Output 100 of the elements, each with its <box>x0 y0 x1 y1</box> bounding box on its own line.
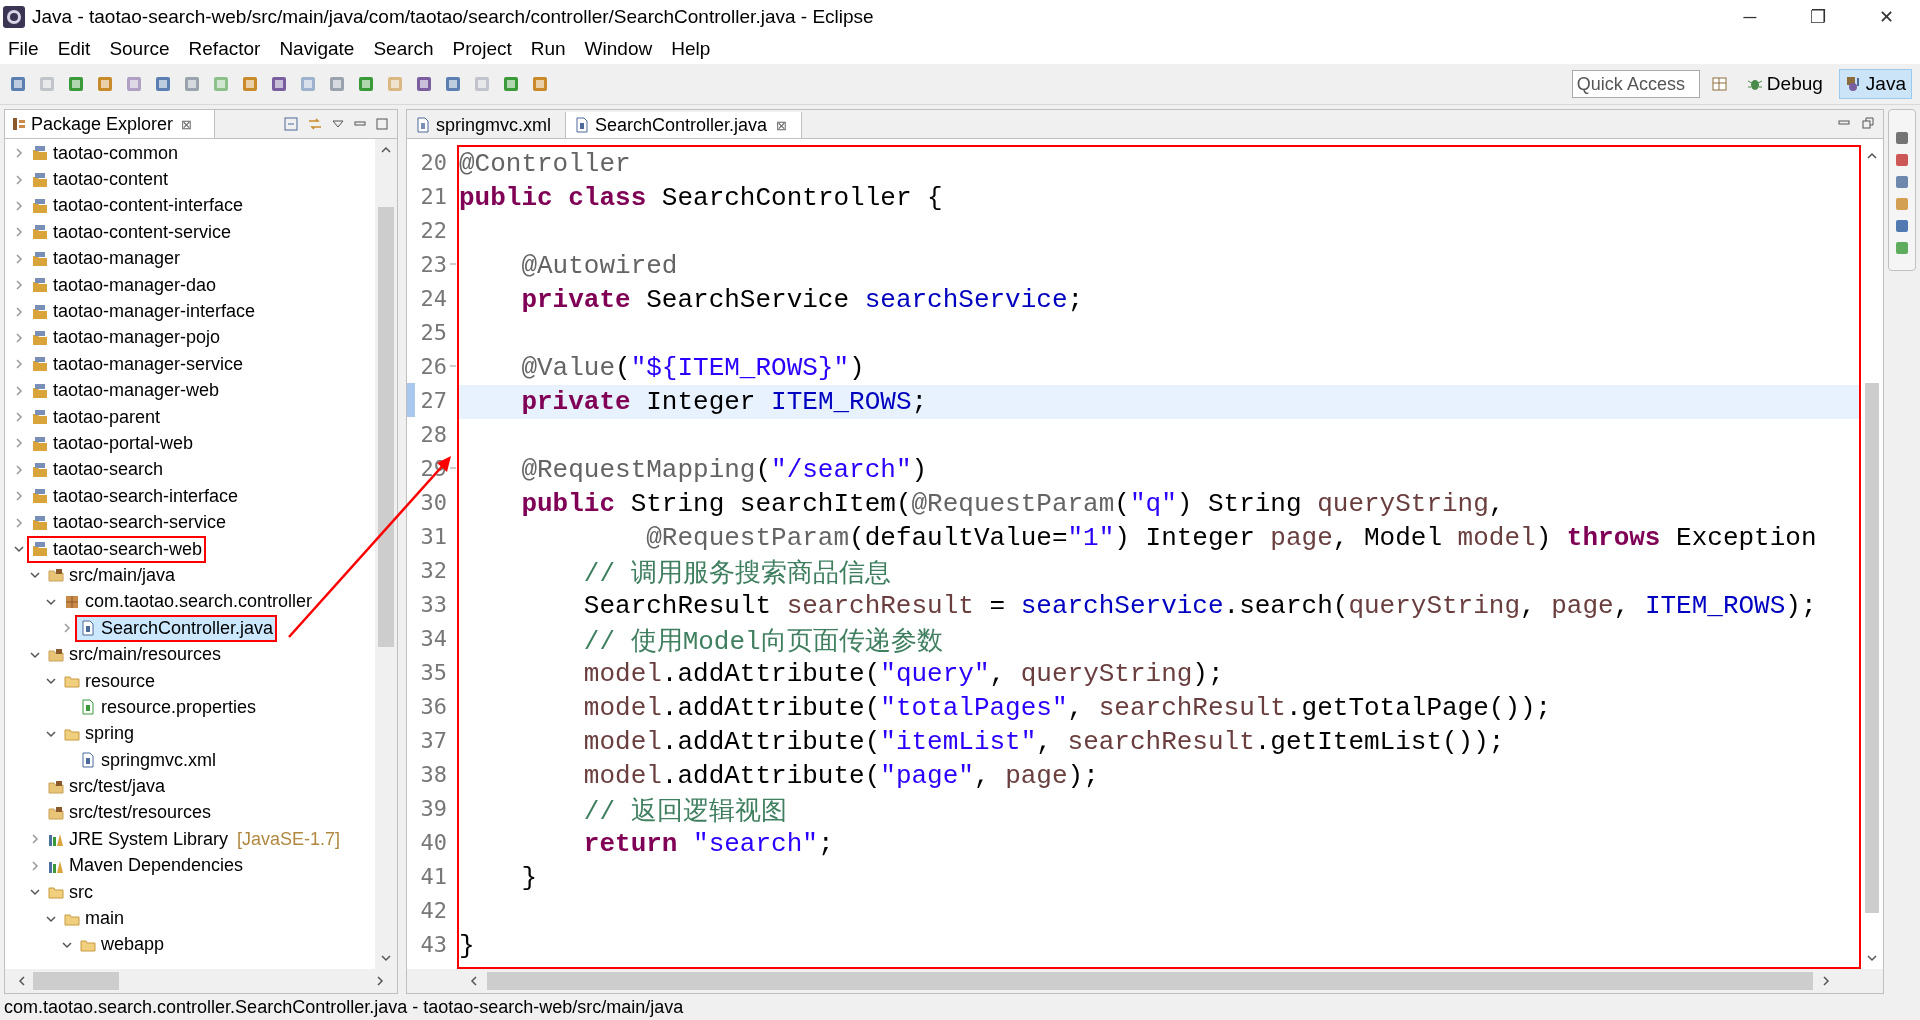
tree-item[interactable]: SearchController.java <box>75 614 278 642</box>
tree-item[interactable]: taotao-manager-pojo <box>27 324 225 352</box>
toolbar-icon[interactable] <box>269 74 289 94</box>
collapsed-chevron-icon[interactable] <box>13 490 25 503</box>
menu-item[interactable]: Project <box>452 38 512 60</box>
scrollbar[interactable] <box>407 969 1883 993</box>
collapsed-chevron-icon[interactable] <box>29 833 41 846</box>
link-icon[interactable] <box>307 116 323 132</box>
tree-item[interactable]: taotao-search-interface <box>27 482 243 510</box>
tree-item[interactable]: taotao-manager-web <box>27 377 224 405</box>
collapsed-chevron-icon[interactable] <box>13 358 25 371</box>
toolbar-icon[interactable] <box>66 74 86 94</box>
toolbar-icon[interactable] <box>153 74 173 94</box>
side-view-icon[interactable] <box>1894 196 1910 212</box>
menu-item[interactable]: File <box>8 38 39 60</box>
menu-item[interactable]: Run <box>530 38 566 60</box>
side-view-icon[interactable] <box>1894 130 1910 146</box>
tree-item[interactable]: taotao-manager <box>27 245 185 273</box>
menu-item[interactable]: Window <box>584 38 653 60</box>
collapsed-chevron-icon[interactable] <box>13 279 25 292</box>
toolbar-icon[interactable] <box>124 74 144 94</box>
collapsed-chevron-icon[interactable] <box>13 516 25 529</box>
tree-item[interactable]: taotao-common <box>27 139 183 167</box>
open-perspective-icon[interactable] <box>1709 74 1730 94</box>
fold-icon[interactable] <box>449 464 457 472</box>
menu-item[interactable]: Edit <box>57 38 91 60</box>
tree-item[interactable]: src/test/java <box>43 773 170 801</box>
tree-item[interactable]: taotao-manager-service <box>27 350 248 378</box>
package-explorer-tab[interactable]: Package Explorer ⊠ <box>5 110 216 138</box>
tree-item[interactable]: resource.properties <box>75 693 261 721</box>
toolbar-icon[interactable] <box>443 74 463 94</box>
tree-item[interactable]: webapp <box>75 931 169 959</box>
collapsed-chevron-icon[interactable] <box>13 173 25 186</box>
tree-item[interactable]: src <box>43 878 97 906</box>
tree-item[interactable]: com.taotao.search.controller <box>59 588 317 616</box>
tree-item[interactable]: taotao-content <box>27 166 173 194</box>
quick-access-field[interactable]: Quick Access <box>1571 70 1700 98</box>
window-control-button[interactable]: ✕ <box>1852 0 1920 34</box>
tree-item[interactable]: taotao-portal-web <box>27 430 198 457</box>
fold-icon[interactable] <box>449 260 457 268</box>
fold-icon[interactable] <box>449 362 457 370</box>
editor-tab[interactable]: SearchController.java ⊠ <box>566 112 803 138</box>
toolbar-icon[interactable] <box>501 74 521 94</box>
scroll-thumb[interactable] <box>33 972 119 990</box>
toolbar-icon[interactable] <box>356 74 376 94</box>
toolbar-icon[interactable] <box>8 74 28 94</box>
collapsed-chevron-icon[interactable] <box>13 411 25 424</box>
tree-item[interactable]: resource <box>59 667 160 695</box>
toolbar-icon[interactable] <box>298 74 318 94</box>
side-view-icon[interactable] <box>1894 240 1910 256</box>
menu-item[interactable]: Navigate <box>279 38 355 60</box>
tree-item[interactable]: main <box>59 905 128 933</box>
toolbar-icon[interactable] <box>182 74 202 94</box>
tree-item[interactable]: src/main/resources <box>43 641 226 669</box>
toolbar-icon[interactable] <box>327 74 347 94</box>
tree-item[interactable]: src/test/resources <box>43 799 216 827</box>
collapsed-chevron-icon[interactable] <box>13 252 25 265</box>
tree-item[interactable]: Maven Dependencies <box>43 852 248 880</box>
collapsed-chevron-icon[interactable] <box>13 437 25 450</box>
expanded-chevron-icon[interactable] <box>45 675 57 687</box>
menu-item[interactable]: Search <box>373 38 434 60</box>
collapsed-chevron-icon[interactable] <box>13 463 25 476</box>
menu-item[interactable]: Refactor <box>188 38 261 60</box>
collapsed-chevron-icon[interactable] <box>13 384 25 397</box>
scroll-thumb[interactable] <box>1865 383 1879 913</box>
tree-item[interactable]: taotao-search-service <box>27 509 231 537</box>
collapsed-chevron-icon[interactable] <box>13 331 25 344</box>
maximize-icon[interactable] <box>375 117 389 131</box>
window-control-button[interactable]: ❐ <box>1784 0 1852 34</box>
tree-item[interactable]: spring <box>59 720 139 748</box>
tree-item[interactable]: JRE System Library [JavaSE-1.7] <box>43 825 345 853</box>
perspective-button[interactable]: Java <box>1838 69 1912 99</box>
tree-item[interactable]: taotao-manager-interface <box>27 298 260 326</box>
scrollbar[interactable] <box>5 969 397 993</box>
menu-item[interactable]: Source <box>109 38 170 60</box>
tree-item[interactable]: taotao-content-interface <box>27 192 248 220</box>
side-view-icon[interactable] <box>1894 152 1910 168</box>
tree-item[interactable]: taotao-search <box>27 456 168 484</box>
scroll-thumb[interactable] <box>487 972 1813 990</box>
tree-item[interactable]: springmvc.xml <box>75 746 220 774</box>
tree-item[interactable]: taotao-content-service <box>27 218 236 246</box>
collapse-all-icon[interactable] <box>283 116 299 132</box>
scrollbar[interactable] <box>375 139 397 969</box>
toolbar-icon[interactable] <box>530 74 550 94</box>
collapsed-chevron-icon[interactable] <box>13 226 25 239</box>
perspective-button[interactable]: Debug <box>1739 69 1829 99</box>
menu-item[interactable]: Help <box>671 38 711 60</box>
window-control-button[interactable]: ─ <box>1716 0 1784 34</box>
side-view-icon[interactable] <box>1894 174 1910 190</box>
tree-item[interactable]: taotao-search-web <box>27 535 207 563</box>
side-view-icon[interactable] <box>1894 218 1910 234</box>
collapsed-chevron-icon[interactable] <box>61 622 73 635</box>
tree-item[interactable]: taotao-parent <box>27 403 165 431</box>
toolbar-icon[interactable] <box>240 74 260 94</box>
toolbar-icon[interactable] <box>95 74 115 94</box>
collapsed-chevron-icon[interactable] <box>13 305 25 318</box>
scroll-thumb[interactable] <box>378 207 394 647</box>
collapsed-chevron-icon[interactable] <box>13 147 25 160</box>
tree-item[interactable]: taotao-manager-dao <box>27 271 221 299</box>
collapsed-chevron-icon[interactable] <box>13 199 25 212</box>
